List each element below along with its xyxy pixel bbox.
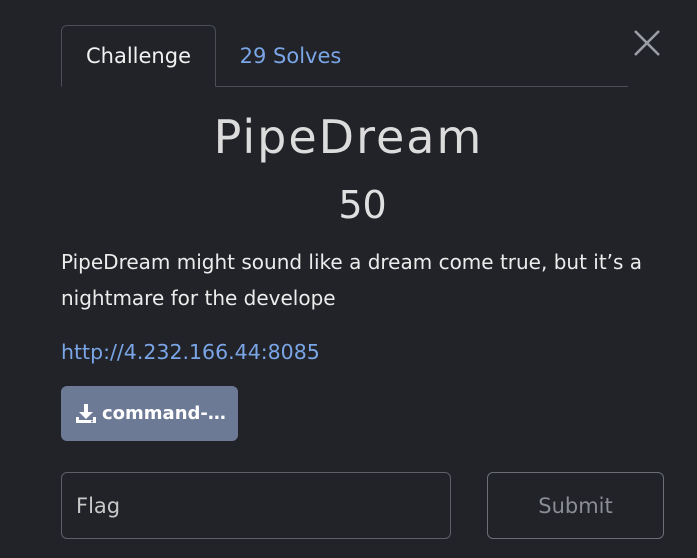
challenge-modal: Challenge 29 Solves PipeDream 50 PipeDre… <box>0 0 697 558</box>
file-button-label: command-… <box>102 403 226 424</box>
tab-challenge[interactable]: Challenge <box>61 25 216 87</box>
download-file-button[interactable]: command-… <box>61 386 238 441</box>
close-button[interactable] <box>630 26 664 60</box>
download-icon <box>74 403 98 425</box>
challenge-title: PipeDream <box>213 110 484 164</box>
challenge-link[interactable]: http://4.232.166.44:8085 <box>61 340 320 364</box>
submit-button[interactable]: Submit <box>487 472 664 539</box>
tab-bar: Challenge 29 Solves <box>61 25 628 87</box>
tab-solves[interactable]: 29 Solves <box>228 25 353 87</box>
flag-input[interactable] <box>61 472 451 539</box>
close-icon <box>634 30 660 56</box>
challenge-points: 50 <box>338 183 387 227</box>
challenge-description: PipeDream might sound like a dream come … <box>61 250 643 310</box>
